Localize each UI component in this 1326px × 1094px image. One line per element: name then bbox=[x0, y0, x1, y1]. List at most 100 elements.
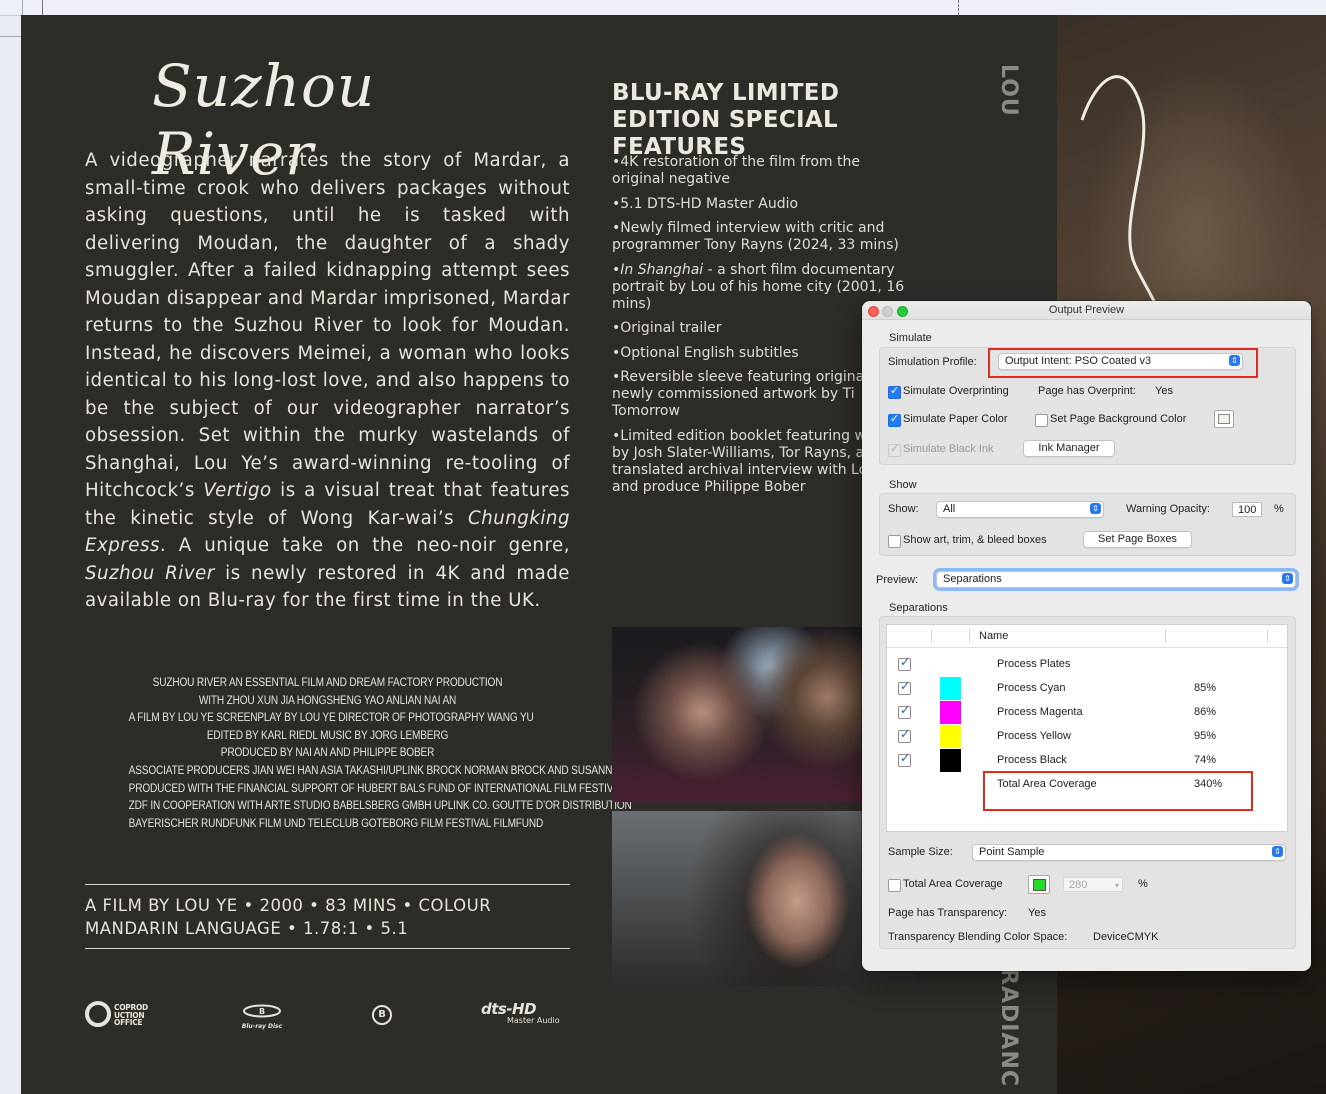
film-info-line: MANDARIN LANGUAGE • 1.78:1 • 5.1 bbox=[85, 919, 409, 938]
billing-block: SUZHOU RIVER AN ESSENTIAL FILM AND DREAM… bbox=[128, 674, 690, 832]
popup-stepper-icon: ⇕ bbox=[1282, 573, 1293, 584]
page-overprint-value: Yes bbox=[1155, 385, 1173, 397]
synopsis-italic: Vertigo bbox=[203, 480, 272, 501]
show-group-label: Show bbox=[889, 479, 917, 491]
page-overprint-label: Page has Overprint: bbox=[1038, 385, 1136, 397]
feature-item: 4K restoration of the film from the orig… bbox=[612, 154, 912, 188]
credit-line: SUZHOU RIVER AN ESSENTIAL FILM AND DREAM… bbox=[152, 675, 503, 689]
film-info-line: A FILM BY LOU YE • 2000 • 83 MINS • COLO… bbox=[85, 896, 492, 915]
separation-row[interactable]: Process Magenta 86% bbox=[887, 701, 1287, 725]
separation-row[interactable]: Process Yellow 95% bbox=[887, 725, 1287, 749]
ink-manager-button[interactable]: Ink Manager bbox=[1023, 440, 1115, 457]
tac-limit-combobox[interactable]: 280 ▾ bbox=[1063, 877, 1123, 892]
black-swatch bbox=[940, 749, 961, 772]
color-well-swatch bbox=[1218, 414, 1230, 424]
credit-line: WITH ZHOU XUN JIA HONGSHENG YAO ANLIAN N… bbox=[198, 692, 457, 707]
magenta-swatch bbox=[940, 701, 961, 724]
separation-row[interactable]: Process Cyan 85% bbox=[887, 677, 1287, 701]
blending-space-label: Transparency Blending Color Space: bbox=[888, 931, 1068, 943]
page-bg-color-well[interactable] bbox=[1214, 410, 1234, 428]
film-title-script: Suzhou River bbox=[152, 52, 376, 188]
transparency-value: Yes bbox=[1028, 907, 1046, 919]
tac-color-swatch bbox=[1033, 879, 1046, 891]
canvas-top-strip bbox=[0, 0, 1326, 16]
feature-item: 5.1 DTS-HD Master Audio bbox=[612, 196, 912, 213]
preview-popup[interactable]: Separations ⇕ bbox=[936, 571, 1296, 588]
sample-size-popup[interactable]: Point Sample ⇕ bbox=[972, 844, 1286, 861]
dialog-title: Output Preview bbox=[1048, 304, 1125, 316]
simulate-black-ink-checkbox[interactable] bbox=[888, 442, 901, 457]
red-highlight-box bbox=[988, 348, 1258, 378]
separation-checkbox[interactable] bbox=[898, 751, 911, 767]
popup-stepper-icon: ⇕ bbox=[1090, 503, 1101, 514]
synopsis-part: A videographer narrates the story of Mar… bbox=[85, 150, 570, 501]
crop-mark bbox=[42, 0, 43, 15]
chevron-down-icon: ▾ bbox=[1114, 881, 1119, 890]
tac-percent: % bbox=[1138, 878, 1148, 890]
preview-value: Separations bbox=[943, 573, 1002, 585]
synopsis-part: . A unique take on the neo-noir genre, bbox=[159, 535, 570, 556]
credit-line: ASSOCIATE PRODUCERS JIAN WEI HAN ASIA TA… bbox=[128, 762, 660, 777]
warning-opacity-input[interactable]: 100 bbox=[1232, 502, 1262, 517]
coproduction-logo-text: COPROD UCTION OFFICE bbox=[114, 1003, 148, 1027]
sample-size-value: Point Sample bbox=[979, 846, 1045, 858]
column-divider bbox=[1165, 629, 1166, 643]
bluray-logo: B Blu-ray Disc bbox=[240, 1003, 284, 1030]
name-column-header[interactable]: Name bbox=[979, 630, 1008, 642]
separation-percent: 95% bbox=[1194, 730, 1217, 742]
total-area-coverage-label: Total Area Coverage bbox=[903, 878, 1003, 890]
separations-group-label: Separations bbox=[889, 602, 948, 614]
separation-name: Process Cyan bbox=[997, 682, 1066, 694]
show-label: Show: bbox=[888, 503, 919, 515]
credit-line: BAYERISCHER RUNDFUNK FILM UND TELECLUB G… bbox=[128, 815, 544, 830]
simulate-group-label: Simulate bbox=[889, 332, 932, 344]
separation-checkbox[interactable] bbox=[898, 679, 911, 695]
show-popup[interactable]: All ⇕ bbox=[936, 501, 1104, 518]
set-page-bg-checkbox[interactable] bbox=[1035, 414, 1048, 427]
ruler-corner bbox=[0, 0, 23, 37]
credit-line: PRODUCED BY NAI AN AND PHILIPPE BOBER bbox=[220, 745, 435, 760]
separation-checkbox[interactable] bbox=[898, 727, 911, 743]
spine-label-text: RADIANC bbox=[996, 968, 1021, 1087]
show-value: All bbox=[943, 503, 956, 515]
warning-opacity-percent: % bbox=[1274, 503, 1284, 515]
simulation-profile-label: Simulation Profile: bbox=[888, 356, 977, 368]
separation-percent: 86% bbox=[1194, 706, 1217, 718]
separation-name: Process Yellow bbox=[997, 730, 1071, 742]
bluray-logo-text: Blu-ray Disc bbox=[241, 1023, 283, 1030]
dialog-titlebar[interactable]: Output Preview bbox=[862, 301, 1311, 320]
synopsis-text: A videographer narrates the story of Mar… bbox=[85, 147, 570, 615]
separation-row[interactable]: Process Plates bbox=[887, 653, 1287, 677]
coproduction-office-logo: COPROD UCTION OFFICE bbox=[85, 1000, 155, 1030]
credit-line: A FILM BY LOU YE SCREENPLAY BY LOU YE DI… bbox=[128, 710, 534, 725]
separation-checkbox[interactable] bbox=[898, 655, 911, 671]
separation-percent: 74% bbox=[1194, 754, 1217, 766]
feature-item: Newly filmed interview with critic and p… bbox=[612, 220, 912, 254]
spine-director-text: LOU bbox=[996, 64, 1021, 117]
total-area-coverage-checkbox[interactable] bbox=[888, 879, 901, 892]
show-boxes-checkbox[interactable] bbox=[888, 535, 901, 548]
column-divider bbox=[1267, 629, 1268, 643]
synopsis-italic: Suzhou River bbox=[85, 562, 215, 584]
transparency-label: Page has Transparency: bbox=[888, 907, 1008, 919]
show-boxes-label: Show art, trim, & bleed boxes bbox=[903, 534, 1047, 546]
simulate-overprinting-checkbox[interactable] bbox=[888, 384, 901, 399]
tac-limit-value: 280 bbox=[1069, 879, 1088, 891]
credit-line: ZDF IN COOPERATION WITH ARTE STUDIO BABE… bbox=[128, 798, 632, 813]
separation-checkbox[interactable] bbox=[898, 703, 911, 719]
simulate-paper-color-checkbox[interactable] bbox=[888, 412, 901, 427]
simulate-black-ink-label: Simulate Black Ink bbox=[903, 443, 994, 455]
blending-space-value: DeviceCMYK bbox=[1093, 931, 1159, 943]
sample-size-label: Sample Size: bbox=[888, 846, 953, 858]
red-highlight-box bbox=[983, 771, 1253, 811]
coproduction-circle-icon bbox=[85, 1001, 111, 1027]
column-divider bbox=[931, 629, 932, 643]
separation-row[interactable]: Process Black 74% bbox=[887, 749, 1287, 773]
bluray-disc-icon: B bbox=[243, 1004, 281, 1018]
set-page-boxes-button[interactable]: Set Page Boxes bbox=[1083, 531, 1192, 548]
separation-name: Process Black bbox=[997, 754, 1067, 766]
credit-line: EDITED BY KARL RIEDL MUSIC BY JORG LEMBE… bbox=[206, 727, 449, 742]
tac-color-well[interactable] bbox=[1028, 875, 1050, 894]
warning-opacity-label: Warning Opacity: bbox=[1126, 503, 1210, 515]
column-divider bbox=[969, 629, 970, 643]
